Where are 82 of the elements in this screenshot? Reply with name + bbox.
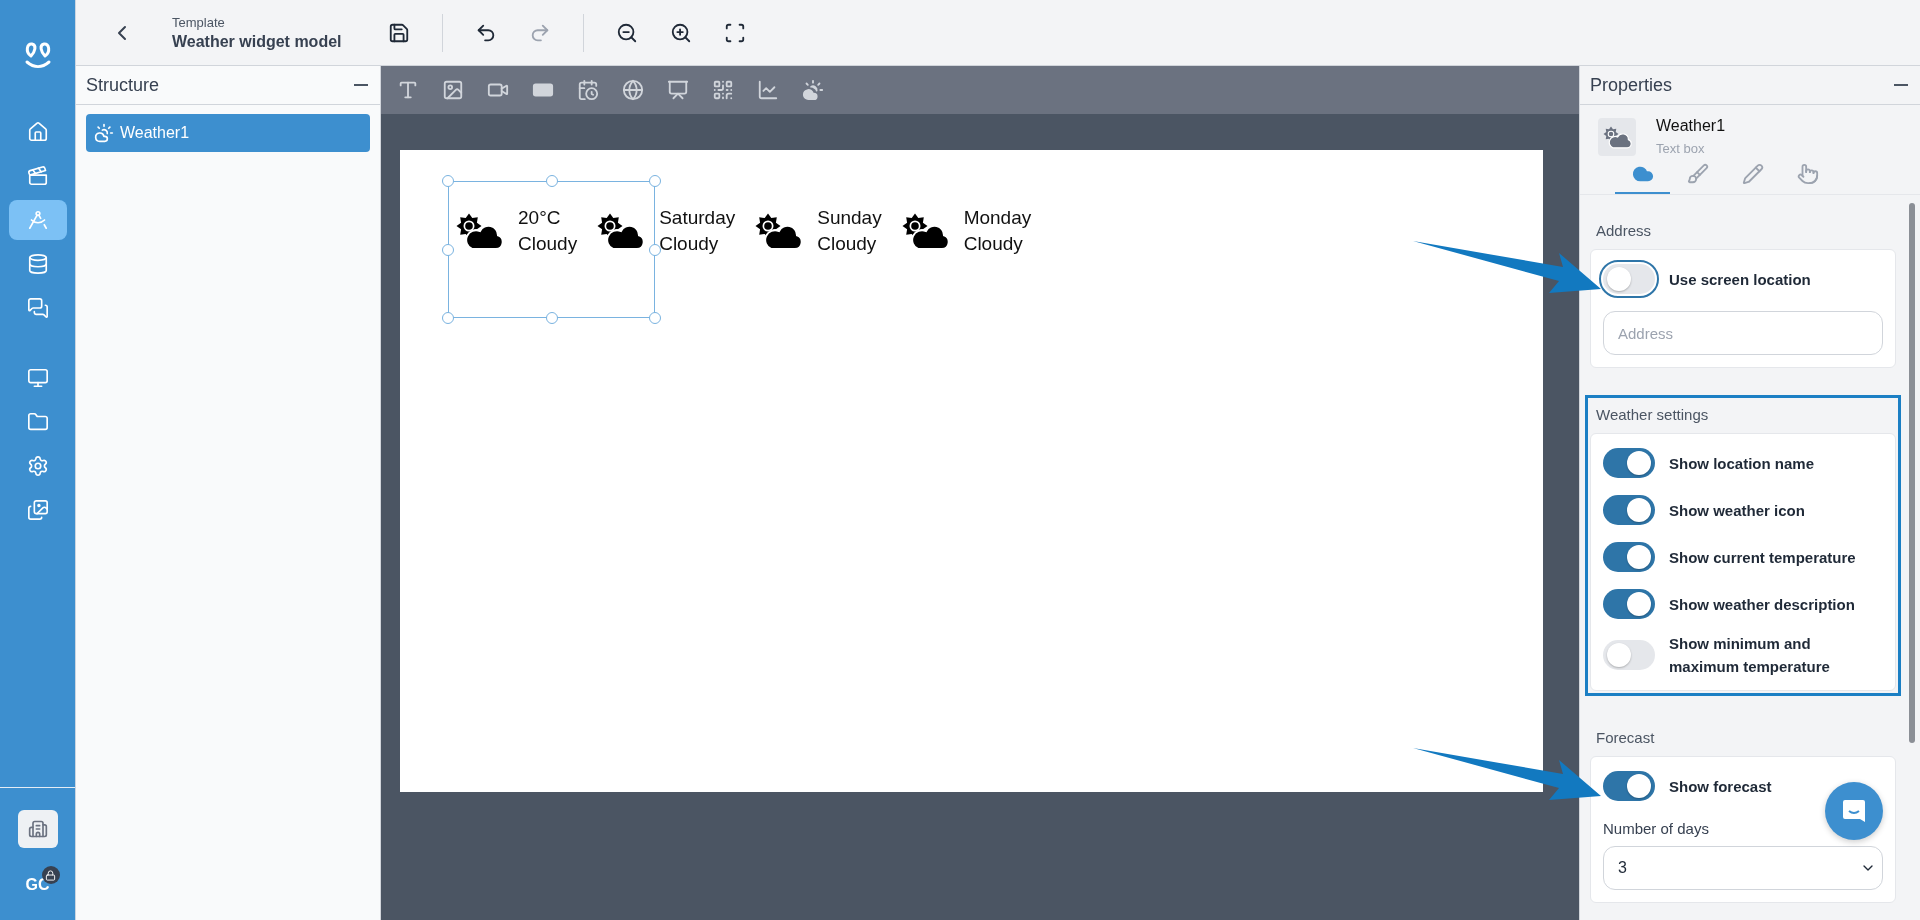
resize-handle[interactable] xyxy=(545,175,558,187)
section-title: Weather settings xyxy=(1595,405,1710,425)
chat-icon xyxy=(26,297,49,319)
toggle-label: Show forecast xyxy=(1669,776,1772,797)
minus-icon xyxy=(354,84,368,86)
nav-button[interactable] xyxy=(8,200,67,240)
weather-description: Cloudy xyxy=(817,232,878,256)
field-value: 3 xyxy=(1618,859,1627,877)
image-tool-icon xyxy=(442,79,464,101)
weather-description: Cloudy xyxy=(518,232,578,256)
field-label: Number of days xyxy=(1603,820,1710,837)
sun-cloud-icon xyxy=(1602,124,1632,149)
resize-handle[interactable] xyxy=(649,243,661,256)
toggle-switch[interactable] xyxy=(1603,771,1655,801)
toggle-label: Use screen location xyxy=(1669,269,1811,290)
toggle-label: Show weather description xyxy=(1669,594,1855,615)
widget-tool-button[interactable] xyxy=(620,77,646,103)
clapperboard-icon xyxy=(26,165,49,187)
weather-tool-icon xyxy=(802,79,824,101)
template-title: Weather widget model xyxy=(172,32,342,51)
toggle-label: Show minimum and maximum temperature xyxy=(1669,634,1831,677)
toggle-switch[interactable] xyxy=(1603,589,1655,619)
panel-title: Properties xyxy=(1590,74,1673,96)
settings-icon xyxy=(26,455,49,477)
current-temperature: 20°C xyxy=(518,206,562,230)
resize-handle[interactable] xyxy=(442,312,454,324)
toggle-switch[interactable] xyxy=(1603,542,1655,572)
resize-handle[interactable] xyxy=(649,312,661,324)
section-title: Address xyxy=(1595,221,1653,241)
chart-tool-icon xyxy=(757,79,779,101)
toggle-switch[interactable] xyxy=(1603,448,1655,478)
monitor-icon xyxy=(26,367,49,389)
toggle-label: Show location name xyxy=(1669,453,1815,474)
forecast-day: Saturday xyxy=(659,205,736,231)
element-name: Weather1 xyxy=(1656,117,1726,135)
section-title: Forecast xyxy=(1595,728,1656,748)
tree-item[interactable]: Weather1 xyxy=(86,114,370,152)
resize-handle[interactable] xyxy=(442,175,454,187)
template-label: Template xyxy=(172,14,226,30)
zoom-out-icon xyxy=(615,21,638,44)
database-icon xyxy=(26,253,49,275)
pointer-icon xyxy=(1796,163,1819,185)
sun-cloud-icon xyxy=(454,211,504,251)
forecast-day: Sunday xyxy=(817,205,882,231)
qr-code-tool-icon xyxy=(712,79,734,101)
minus-icon xyxy=(1894,84,1908,86)
widget-tool-button[interactable] xyxy=(800,77,826,103)
panel-title: Structure xyxy=(86,74,160,96)
weather-description: Cloudy xyxy=(659,232,720,256)
tree-item-label: Weather1 xyxy=(120,124,190,142)
number-of-days-field[interactable]: 3 xyxy=(1603,846,1883,890)
calendar-tool-icon xyxy=(577,79,599,101)
presentation-tool-icon xyxy=(667,79,689,101)
chat-icon xyxy=(1841,798,1867,824)
resize-handle[interactable] xyxy=(442,243,454,256)
compass-icon xyxy=(26,209,49,231)
building-icon xyxy=(27,819,48,839)
toggle-switch[interactable] xyxy=(1603,495,1655,525)
save-icon xyxy=(387,21,410,44)
fullscreen-icon xyxy=(723,21,746,44)
resize-handle[interactable] xyxy=(649,175,661,187)
folder-icon xyxy=(26,411,49,433)
resize-handle[interactable] xyxy=(545,312,558,324)
toggle-label: Show current temperature xyxy=(1669,547,1856,568)
images-icon xyxy=(26,499,49,521)
brush-icon xyxy=(1686,163,1709,185)
toggle-label: Show weather icon xyxy=(1669,500,1805,521)
weather-description: Cloudy xyxy=(963,232,1024,256)
zoom-in-icon xyxy=(669,21,692,44)
pencil-icon xyxy=(1741,163,1764,185)
scrollbar[interactable] xyxy=(1909,203,1915,743)
sun-cloud-icon xyxy=(753,211,804,251)
element-type: Text box xyxy=(1656,141,1706,156)
sun-cloud-icon xyxy=(595,211,646,251)
weather-icon xyxy=(94,123,114,143)
globe-tool-icon xyxy=(622,79,644,101)
address-field[interactable]: Address xyxy=(1603,311,1883,355)
home-icon xyxy=(26,121,49,143)
forecast-day: Monday xyxy=(963,205,1032,231)
toggle-switch[interactable] xyxy=(1603,640,1655,670)
text-tool-icon xyxy=(397,79,419,101)
organization-button[interactable] xyxy=(17,810,58,848)
